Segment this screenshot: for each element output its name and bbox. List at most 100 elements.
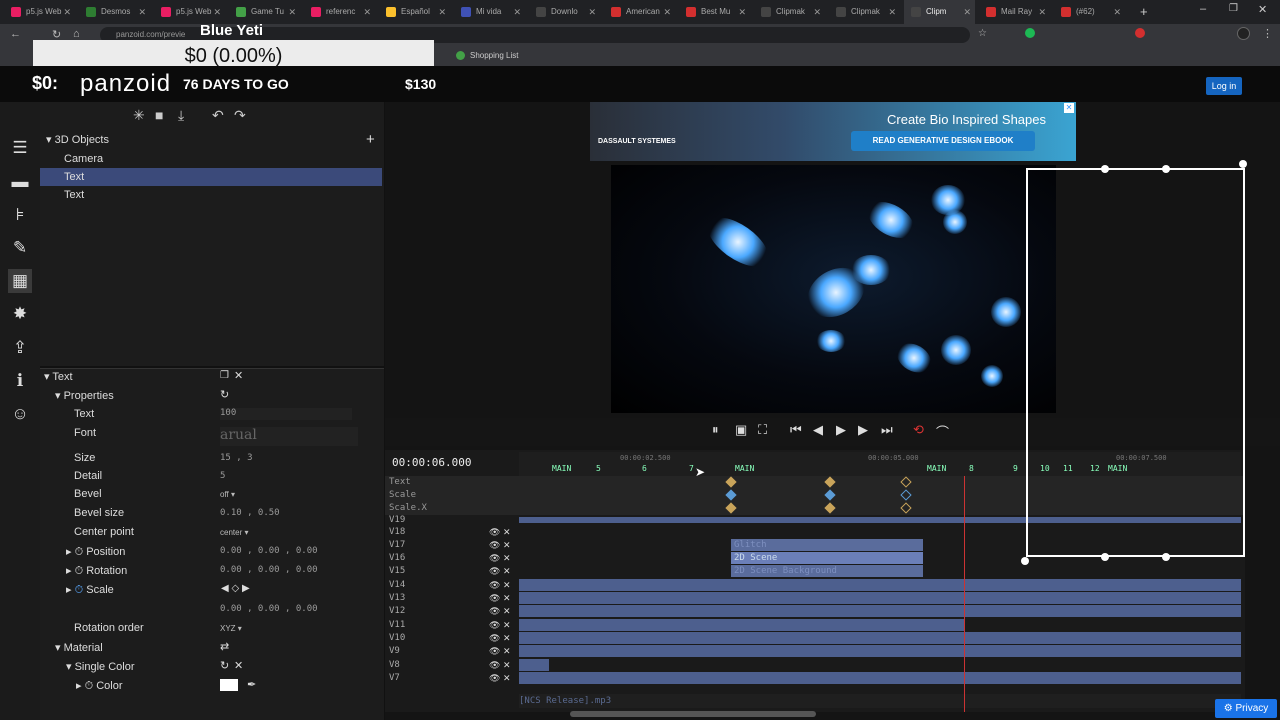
info-icon[interactable]: ℹ — [8, 369, 32, 393]
layer-lane[interactable] — [519, 579, 1241, 591]
extension-icon[interactable] — [1025, 28, 1035, 38]
close-icon[interactable]: ✕ — [503, 566, 511, 576]
eye-icon[interactable]: 👁 — [489, 646, 500, 656]
fullscreen-icon[interactable]: ⛶ — [758, 422, 767, 438]
eye-icon[interactable]: 👁 — [489, 540, 500, 550]
eye-icon[interactable]: 👁 — [489, 527, 500, 537]
resize-handle[interactable] — [1162, 165, 1170, 173]
tab-close-icon[interactable]: ✕ — [588, 0, 596, 24]
eye-icon[interactable]: 👁 — [489, 633, 500, 643]
preview-canvas[interactable] — [611, 165, 1056, 413]
browser-tab[interactable]: Clipmak ✕ — [754, 0, 825, 24]
ad-button[interactable]: READ GENERATIVE DESIGN EBOOK — [851, 131, 1035, 151]
eye-icon[interactable]: 👁 — [489, 593, 500, 603]
layer-controls[interactable]: 👁 ✕ — [489, 593, 511, 604]
browser-tab[interactable]: Mi vida ✕ — [454, 0, 525, 24]
browser-tab[interactable]: referenc ✕ — [304, 0, 375, 24]
copy-icon[interactable]: ❐ — [220, 370, 229, 381]
menu-dots-icon[interactable]: ⋮ — [1262, 27, 1273, 40]
profile-avatar[interactable] — [1237, 27, 1250, 40]
playhead[interactable] — [964, 476, 965, 712]
effects-icon[interactable]: ✸ — [8, 302, 32, 326]
sliders-icon[interactable]: ⊧ — [8, 203, 32, 227]
smiley-icon[interactable]: ☺ — [8, 402, 32, 426]
browser-tab[interactable]: Clipm ✕ — [904, 0, 975, 24]
eyedropper-icon[interactable]: ✒ — [247, 678, 256, 691]
marker[interactable]: 8 — [969, 464, 974, 473]
eye-icon[interactable]: 👁 — [489, 620, 500, 630]
clip-2d-scene[interactable]: 2D Scene — [731, 552, 923, 564]
step-forward-icon[interactable]: ▶ — [858, 422, 868, 438]
scale-input[interactable]: 0.00 , 0.00 , 0.00 — [220, 604, 318, 614]
play-icon[interactable]: ▶ — [836, 422, 846, 438]
layer-controls[interactable]: 👁 ✕ — [489, 660, 511, 671]
close-icon[interactable]: ✕ — [503, 633, 511, 643]
close-icon[interactable]: ✕ — [503, 553, 511, 563]
browser-tab[interactable]: Desmos ✕ — [79, 0, 150, 24]
layer-lane[interactable] — [519, 659, 549, 671]
browser-tab[interactable]: Game Tu ✕ — [229, 0, 300, 24]
eye-icon[interactable]: 👁 — [489, 566, 500, 576]
layer-lane[interactable] — [519, 619, 964, 631]
tab-close-icon[interactable]: ✕ — [213, 0, 221, 24]
size-input[interactable]: 15 , 3 — [220, 453, 253, 463]
single-color-row[interactable]: ▾ Single Color — [66, 660, 135, 673]
resize-handle[interactable] — [1021, 557, 1029, 565]
close-icon[interactable]: ✕ — [503, 673, 511, 683]
folder-icon[interactable]: ▬ — [8, 170, 32, 194]
horizontal-scrollbar[interactable] — [570, 711, 816, 717]
maximize-button[interactable]: ❐ — [1229, 3, 1238, 14]
home-icon[interactable]: ⌂ — [73, 28, 80, 40]
loop-icon[interactable]: ⟲ — [913, 422, 924, 438]
download-icon[interactable]: ⤓ — [178, 107, 184, 124]
bevel-select[interactable]: off ▾ — [220, 490, 235, 499]
tab-close-icon[interactable]: ✕ — [888, 0, 896, 24]
close-icon[interactable]: ✕ — [503, 580, 511, 590]
rotation-row[interactable]: ▸ ⏱ Rotation — [66, 564, 127, 578]
reset-icon[interactable]: ↻ — [220, 659, 229, 672]
redo-icon[interactable]: ↷ — [234, 107, 246, 124]
color-swatch[interactable] — [220, 679, 238, 691]
tab-close-icon[interactable]: ✕ — [1113, 0, 1121, 24]
tab-close-icon[interactable]: ✕ — [363, 0, 371, 24]
position-input[interactable]: 0.00 , 0.00 , 0.00 — [220, 546, 318, 556]
layer-controls[interactable]: 👁 ✕ — [489, 540, 511, 551]
layer-lane[interactable] — [519, 645, 1241, 657]
layer-controls[interactable]: 👁 ✕ — [489, 673, 511, 684]
marker[interactable]: MAIN — [552, 464, 571, 473]
layer-lane[interactable] — [519, 672, 1241, 684]
tab-close-icon[interactable]: ✕ — [438, 0, 446, 24]
tab-close-icon[interactable]: ✕ — [1038, 0, 1046, 24]
back-icon[interactable]: ← — [10, 28, 21, 40]
tree-item-text[interactable]: Text — [40, 186, 382, 204]
close-icon[interactable]: ✕ — [503, 646, 511, 656]
center-point-select[interactable]: center ▾ — [220, 528, 248, 537]
close-icon[interactable]: ✕ — [503, 660, 511, 670]
extension-icon[interactable] — [1135, 28, 1145, 38]
layer-controls[interactable]: 👁 ✕ — [489, 566, 511, 577]
bookmark-shopping-list[interactable]: Shopping List — [470, 51, 518, 60]
stopwatch-icon[interactable]: ⏱ — [75, 584, 84, 596]
layer-controls[interactable]: 👁 ✕ — [489, 646, 511, 657]
tab-close-icon[interactable]: ✕ — [63, 0, 71, 24]
layer-controls[interactable]: 👁 ✕ — [489, 580, 511, 591]
layer-controls[interactable]: 👁 ✕ — [489, 633, 511, 644]
tree-item-text[interactable]: Text — [40, 168, 382, 186]
pencil-icon[interactable]: ✎ — [8, 236, 32, 260]
reset-icon[interactable]: ↻ — [220, 388, 229, 401]
tab-close-icon[interactable]: ✕ — [813, 0, 821, 24]
rotation-order-select[interactable]: XYZ ▾ — [220, 624, 242, 633]
minimize-button[interactable]: – — [1200, 3, 1206, 15]
eye-icon[interactable]: 👁 — [489, 553, 500, 563]
delete-icon[interactable]: ✕ — [234, 659, 243, 672]
site-logo[interactable]: panzoid — [80, 70, 171, 98]
undo-icon[interactable]: ↶ — [212, 107, 224, 124]
clip-2d-scene-background[interactable]: 2D Scene Background — [731, 565, 923, 577]
rotation-input[interactable]: 0.00 , 0.00 , 0.00 — [220, 565, 318, 575]
marker[interactable]: 5 — [596, 464, 601, 473]
keyframe-nav[interactable]: ◀ ◇ ▶ — [221, 583, 250, 594]
tab-close-icon[interactable]: ✕ — [663, 0, 671, 24]
browser-tab[interactable]: Mail Ray ✕ — [979, 0, 1050, 24]
text-input[interactable]: 100 — [220, 408, 352, 420]
eye-icon[interactable]: 👁 — [489, 660, 500, 670]
